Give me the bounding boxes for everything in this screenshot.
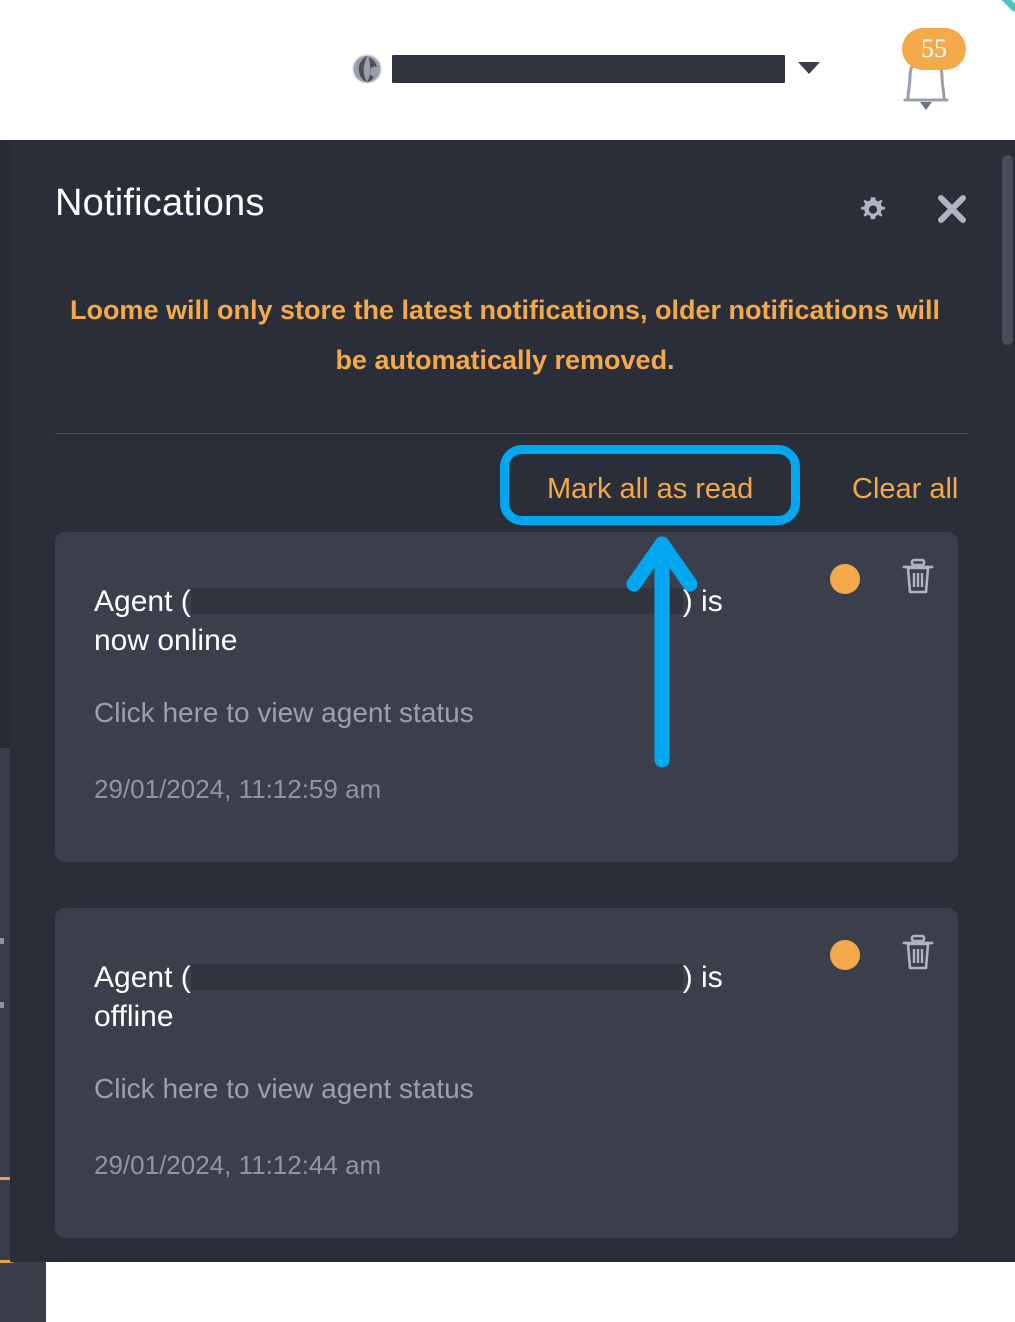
notification-item[interactable]: Agent ( ) is offline Click here to view a… [55, 908, 958, 1238]
notification-item[interactable]: Agent ( ) is now online Click here to vie… [55, 532, 958, 862]
notification-title-line2: now online [94, 624, 238, 657]
site-selector-value[interactable] [392, 55, 785, 83]
divider [55, 433, 968, 434]
notification-title-suffix: ) is [682, 961, 723, 994]
mark-all-as-read-button[interactable]: Mark all as read [547, 462, 753, 516]
redacted-agent-name [190, 588, 683, 615]
panel-scrollbar[interactable] [1001, 140, 1015, 1262]
notification-title-prefix: Agent ( [94, 961, 191, 994]
notification-count-badge: 55 [902, 28, 966, 70]
notification-timestamp: 29/01/2024, 11:12:59 am [94, 774, 382, 804]
trash-icon[interactable] [901, 558, 935, 596]
chevron-down-icon[interactable] [798, 62, 820, 74]
notification-title: Agent ( ) is offline [94, 958, 814, 1036]
notification-title-prefix: Agent ( [94, 585, 191, 618]
notification-title: Agent ( ) is now online [94, 582, 814, 660]
unread-status-dot[interactable] [830, 940, 860, 970]
notification-timestamp: 29/01/2024, 11:12:44 am [94, 1150, 382, 1180]
globe-icon [352, 54, 382, 84]
retention-notice: Loome will only store the latest notific… [69, 295, 941, 375]
close-icon[interactable] [935, 192, 969, 226]
app-top-bar: 55 [0, 0, 1015, 140]
scrollbar-thumb[interactable] [1002, 155, 1013, 345]
unread-status-dot[interactable] [830, 564, 860, 594]
background-marker [0, 938, 4, 944]
notification-title-line2: offline [94, 1000, 174, 1033]
clear-all-button[interactable]: Clear all [852, 462, 958, 516]
page-title: Notifications [55, 182, 265, 224]
notification-title-suffix: ) is [682, 585, 723, 618]
notification-action-hint[interactable]: Click here to view agent status [94, 697, 474, 729]
gear-icon[interactable] [856, 193, 890, 227]
notification-action-hint[interactable]: Click here to view agent status [94, 1073, 474, 1105]
notification-list: Agent ( ) is now online Click here to vie… [55, 532, 968, 1262]
trash-icon[interactable] [901, 934, 935, 972]
redacted-agent-name [190, 964, 683, 991]
panel-actions: Mark all as read Clear all [55, 462, 968, 516]
notifications-panel: Notifications Loome will only store the … [10, 140, 1015, 1262]
corner-accent-decoration [993, 0, 1015, 22]
background-marker [0, 1002, 4, 1008]
notifications-bell-button[interactable]: 55 [884, 28, 976, 118]
